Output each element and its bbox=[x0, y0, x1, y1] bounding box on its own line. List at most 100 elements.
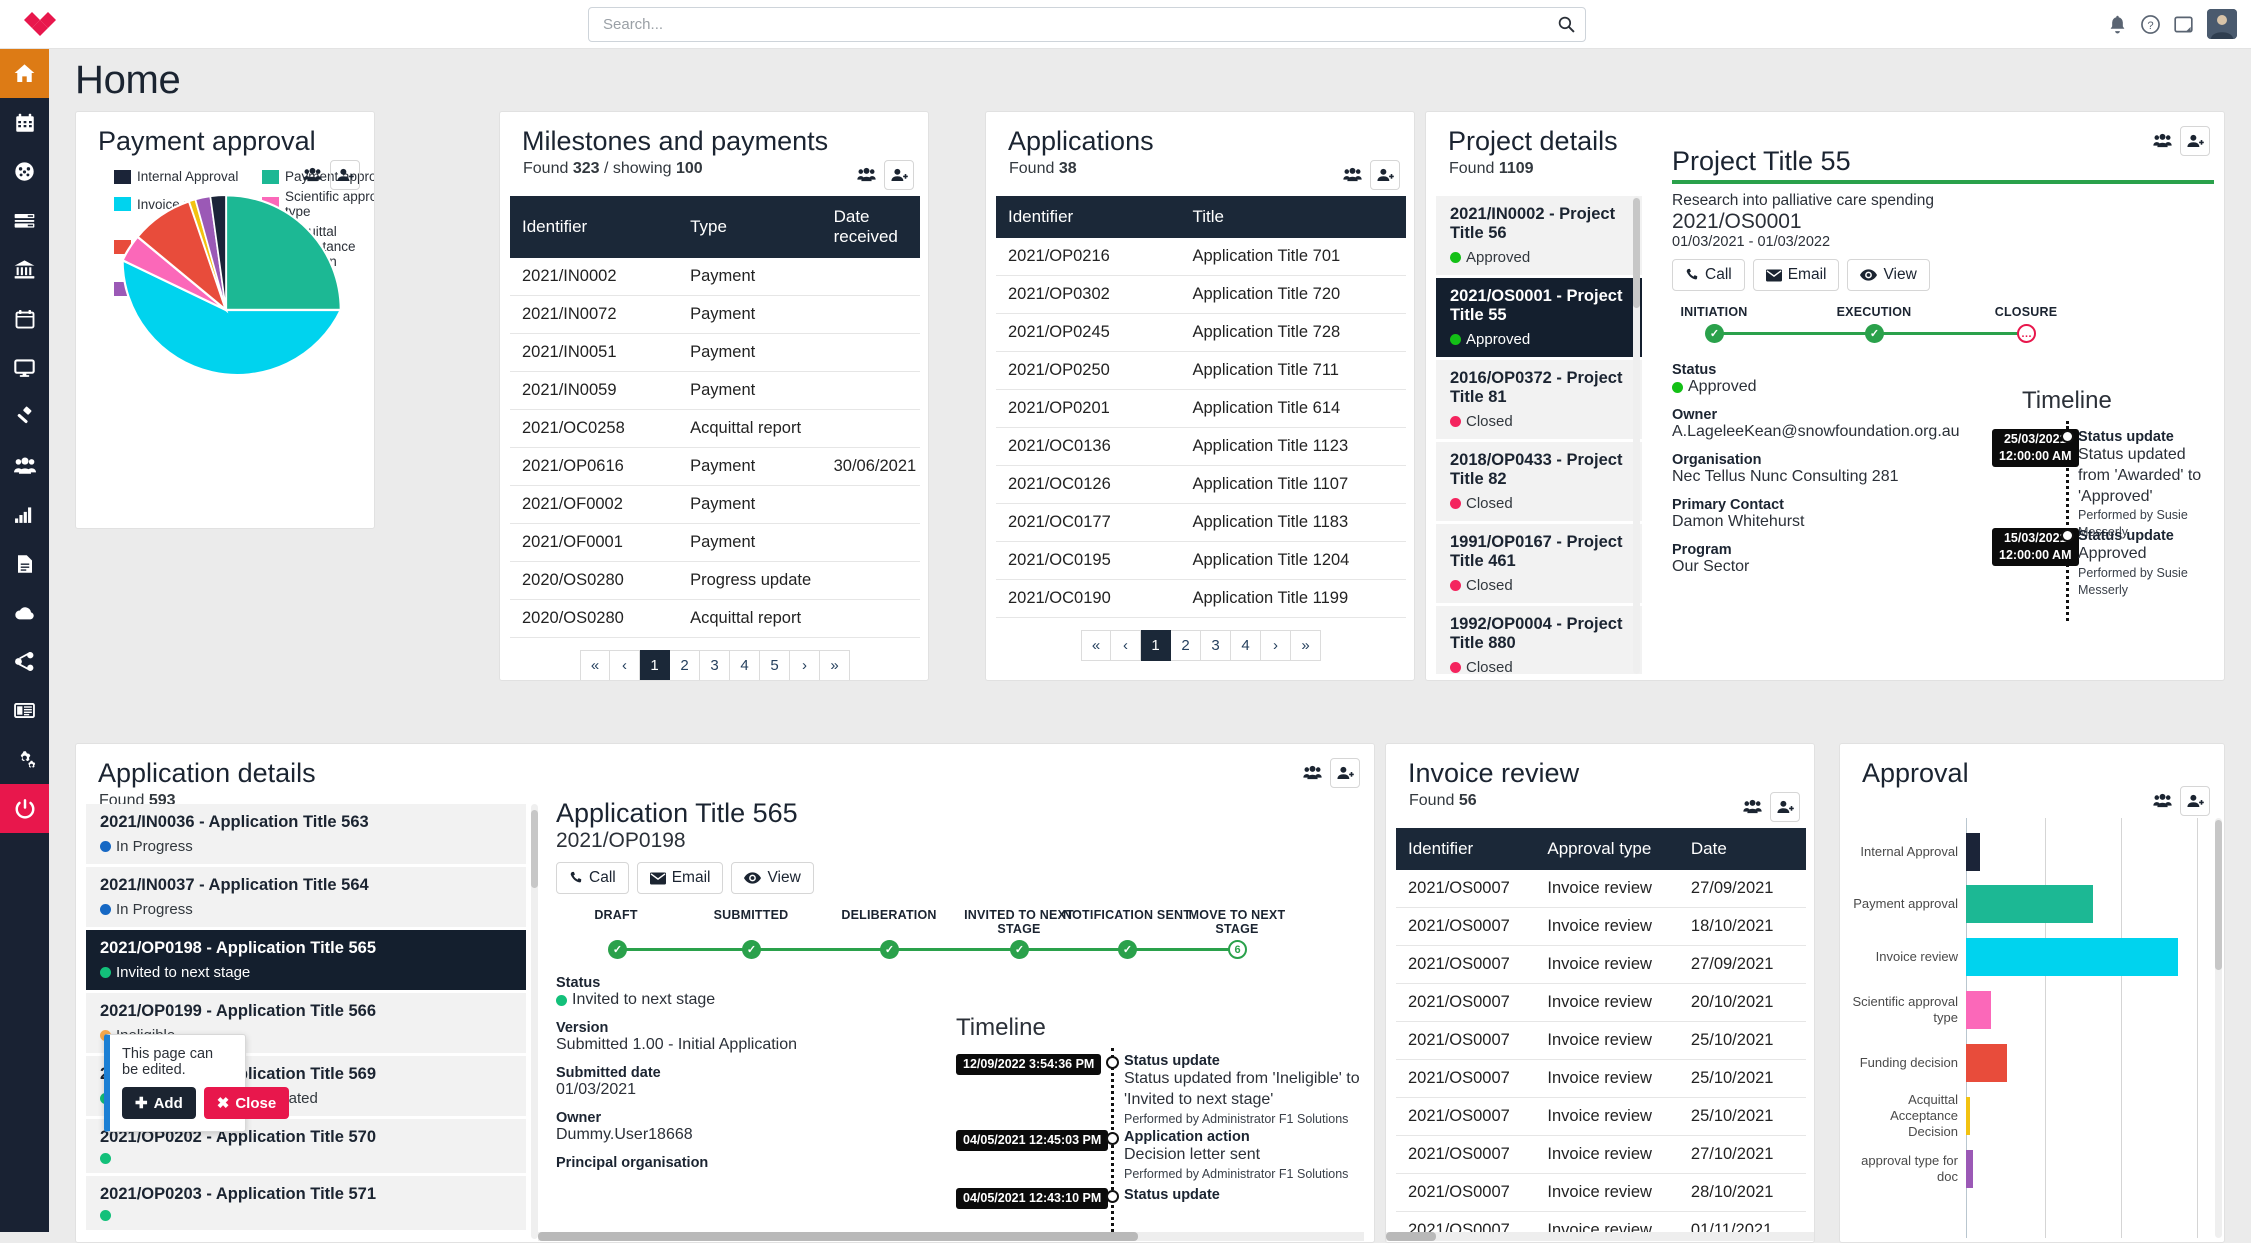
page-first[interactable]: « bbox=[580, 650, 610, 681]
invoice-review-scroll-track[interactable] bbox=[1386, 1232, 1815, 1241]
list-item[interactable]: 2021/IN0002 - Project Title 56 Approved bbox=[1436, 196, 1642, 275]
table-row[interactable]: 2021/OS0007Invoice review25/10/2021 bbox=[1396, 1060, 1806, 1098]
table-row[interactable]: 2021/OP0250Application Title 711 bbox=[996, 352, 1406, 390]
sidebar-item-home[interactable] bbox=[0, 49, 49, 98]
step-node-notification-sent[interactable]: ✓ bbox=[1118, 940, 1137, 959]
add-user-icon[interactable] bbox=[1770, 792, 1800, 822]
table-row[interactable]: 2021/OS0007Invoice review27/09/2021 bbox=[1396, 870, 1806, 908]
list-item[interactable]: 2018/OP0433 - Project Title 82 Closed bbox=[1436, 442, 1642, 521]
list-item[interactable]: 2021/IN0037 - Application Title 564 In P… bbox=[86, 867, 526, 927]
sidebar-item-events[interactable] bbox=[0, 294, 49, 343]
list-item[interactable]: 2016/OP0372 - Project Title 81 Closed bbox=[1436, 360, 1642, 439]
add-user-icon[interactable] bbox=[2180, 786, 2210, 816]
add-user-icon[interactable] bbox=[884, 160, 914, 190]
bell-icon[interactable] bbox=[2108, 14, 2127, 34]
list-item[interactable]: 1991/OP0167 - Project Title 461 Closed bbox=[1436, 524, 1642, 603]
table-row[interactable]: 2021/OP0216Application Title 701 bbox=[996, 238, 1406, 276]
table-row[interactable]: 2021/IN0059Payment bbox=[510, 372, 920, 410]
page-prev[interactable]: ‹ bbox=[610, 650, 640, 681]
col-identifier[interactable]: Identifier bbox=[1396, 828, 1535, 870]
table-row[interactable]: 2021/OS0007Invoice review28/10/2021 bbox=[1396, 1174, 1806, 1212]
approval-scrollbar[interactable] bbox=[2215, 820, 2222, 970]
sidebar-item-documents[interactable] bbox=[0, 539, 49, 588]
page-5[interactable]: 5 bbox=[760, 650, 790, 681]
sidebar-item-reports[interactable] bbox=[0, 490, 49, 539]
table-row[interactable]: 2021/OF0002Payment bbox=[510, 486, 920, 524]
search-button[interactable] bbox=[1547, 8, 1585, 41]
sidebar-item-lists[interactable] bbox=[0, 196, 49, 245]
bar[interactable] bbox=[1966, 938, 2178, 976]
table-row[interactable]: 2021/IN0072Payment bbox=[510, 296, 920, 334]
page-last[interactable]: » bbox=[1291, 630, 1321, 661]
users-icon[interactable] bbox=[851, 160, 881, 190]
global-search[interactable] bbox=[588, 7, 1586, 42]
sidebar-item-settings[interactable] bbox=[0, 735, 49, 784]
bar[interactable] bbox=[1966, 991, 1991, 1029]
table-row[interactable]: 2021/OS0007Invoice review25/10/2021 bbox=[1396, 1098, 1806, 1136]
help-icon[interactable]: ? bbox=[2141, 15, 2160, 34]
table-row[interactable]: 2021/OP0201Application Title 614 bbox=[996, 390, 1406, 428]
page-4[interactable]: 4 bbox=[730, 650, 760, 681]
project-list-scrollbar[interactable] bbox=[1633, 198, 1640, 308]
bar[interactable] bbox=[1966, 1097, 1970, 1135]
call-button[interactable]: Call bbox=[1672, 259, 1745, 291]
list-item[interactable]: 2021/IN0036 - Application Title 563 In P… bbox=[86, 804, 526, 864]
table-row[interactable]: 2021/OP0245Application Title 728 bbox=[996, 314, 1406, 352]
page-2[interactable]: 2 bbox=[1171, 630, 1201, 661]
application-detail-scrollbar[interactable] bbox=[538, 1232, 1138, 1241]
sidebar-item-cloud[interactable] bbox=[0, 588, 49, 637]
users-icon[interactable] bbox=[1737, 792, 1767, 822]
page-first[interactable]: « bbox=[1081, 630, 1111, 661]
bar[interactable] bbox=[1966, 1150, 1973, 1188]
table-row[interactable]: 2021/IN0002Payment bbox=[510, 258, 920, 296]
col-identifier[interactable]: Identifier bbox=[510, 196, 678, 258]
view-button[interactable]: View bbox=[731, 862, 813, 894]
page-next[interactable]: › bbox=[790, 650, 820, 681]
page-2[interactable]: 2 bbox=[670, 650, 700, 681]
page-1[interactable]: 1 bbox=[1141, 630, 1171, 661]
sidebar-item-logout[interactable] bbox=[0, 784, 49, 833]
users-icon[interactable] bbox=[1337, 160, 1367, 190]
page-next[interactable]: › bbox=[1261, 630, 1291, 661]
bar[interactable] bbox=[1966, 885, 2093, 923]
step-node-deliberation[interactable]: ✓ bbox=[880, 940, 899, 959]
step-node-submitted[interactable]: ✓ bbox=[742, 940, 761, 959]
email-button[interactable]: Email bbox=[637, 862, 724, 894]
bar[interactable] bbox=[1966, 1044, 2007, 1082]
sidebar-item-people[interactable] bbox=[0, 441, 49, 490]
step-node-invited-to-next-stage[interactable]: ✓ bbox=[1010, 940, 1029, 959]
table-row[interactable]: 2021/OC0258Acquittal report bbox=[510, 410, 920, 448]
table-row[interactable]: 2020/OS0280Progress update bbox=[510, 562, 920, 600]
table-row[interactable]: 2021/OC0126Application Title 1107 bbox=[996, 466, 1406, 504]
invoice-review-scrollbar[interactable] bbox=[1386, 1232, 1436, 1241]
page-3[interactable]: 3 bbox=[1201, 630, 1231, 661]
search-input[interactable] bbox=[588, 7, 1586, 42]
sidebar-item-decisions[interactable] bbox=[0, 392, 49, 441]
table-row[interactable]: 2021/OC0190Application Title 1199 bbox=[996, 580, 1406, 618]
col-approval-type[interactable]: Approval type bbox=[1535, 828, 1679, 870]
avatar[interactable] bbox=[2207, 9, 2237, 39]
sidebar-item-screens[interactable] bbox=[0, 343, 49, 392]
col-date[interactable]: Date bbox=[1679, 828, 1806, 870]
table-row[interactable]: 2021/OP0616Payment30/06/2021 bbox=[510, 448, 920, 486]
table-row[interactable]: 2021/OS0007Invoice review18/10/2021 bbox=[1396, 908, 1806, 946]
add-button[interactable]: ✚ Add bbox=[122, 1087, 196, 1119]
sidebar-item-dashboard[interactable] bbox=[0, 147, 49, 196]
page-3[interactable]: 3 bbox=[700, 650, 730, 681]
table-row[interactable]: 2021/OC0136Application Title 1123 bbox=[996, 428, 1406, 466]
sidebar-item-share[interactable] bbox=[0, 637, 49, 686]
list-item[interactable]: 2021/OP0203 - Application Title 571 bbox=[86, 1176, 526, 1230]
table-row[interactable]: 2021/OS0007Invoice review25/10/2021 bbox=[1396, 1022, 1806, 1060]
call-button[interactable]: Call bbox=[556, 862, 629, 894]
sidebar-item-organisations[interactable] bbox=[0, 245, 49, 294]
step-node-draft[interactable]: ✓ bbox=[608, 940, 627, 959]
note-icon[interactable] bbox=[2174, 15, 2193, 34]
page-last[interactable]: » bbox=[820, 650, 850, 681]
sidebar-item-news[interactable] bbox=[0, 686, 49, 735]
view-button[interactable]: View bbox=[1847, 259, 1929, 291]
users-icon[interactable] bbox=[2147, 786, 2177, 816]
col-date-received[interactable]: Date received bbox=[822, 196, 920, 258]
page-4[interactable]: 4 bbox=[1231, 630, 1261, 661]
bar[interactable] bbox=[1966, 833, 1980, 871]
table-row[interactable]: 2021/OS0007Invoice review20/10/2021 bbox=[1396, 984, 1806, 1022]
